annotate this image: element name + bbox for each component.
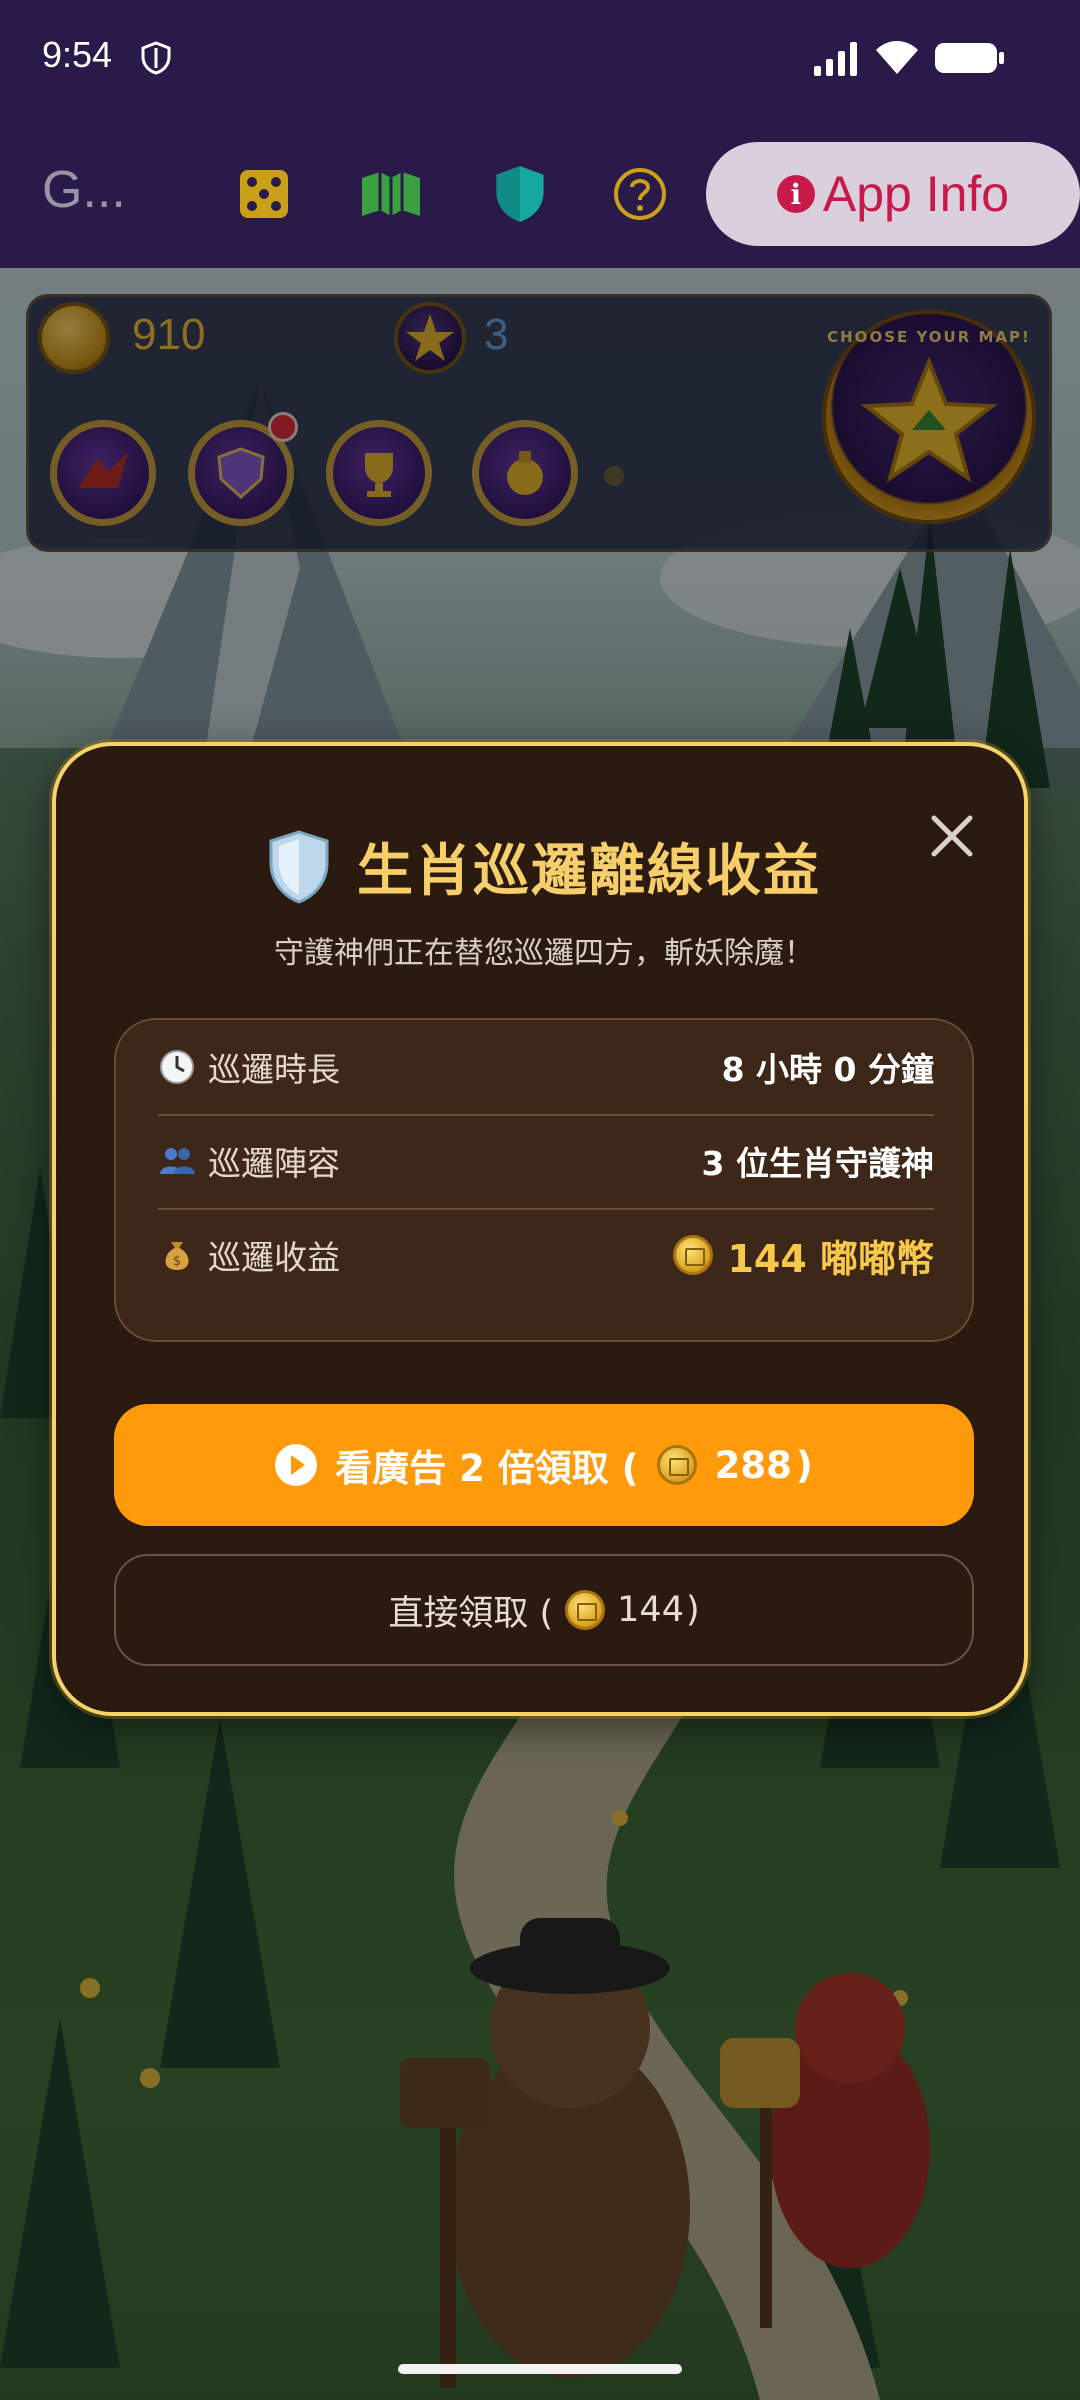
patrol-earnings-amount: 144 嘟嘟幣 — [727, 1236, 934, 1281]
direct-claim-button[interactable]: 直接領取 ( 144) — [114, 1554, 974, 1666]
patrol-earnings-row: $ 巡邏收益 144 嘟嘟幣 — [158, 1208, 934, 1302]
patrol-duration-label: 巡邏時長 — [208, 1050, 340, 1089]
help-icon[interactable] — [612, 166, 668, 222]
home-indicator[interactable] — [398, 2364, 682, 2374]
patrol-team-row: 巡邏陣容 3 位生肖守護神 — [158, 1114, 934, 1210]
play-icon — [275, 1444, 318, 1486]
shield-icon — [269, 829, 329, 904]
watch-ad-label-prefix: 看廣告 2 倍領取 ( — [335, 1447, 639, 1490]
coin-icon — [565, 1590, 606, 1630]
dialog-subtitle: 守護神們正在替您巡邏四方，斬妖除魔！ — [274, 936, 814, 971]
direct-claim-label-suffix: ) — [685, 1590, 700, 1630]
patrol-team-value: 3 位生肖守護神 — [701, 1144, 934, 1183]
people-icon — [160, 1148, 195, 1174]
dialog-title: 生肖巡邏離線收益 — [357, 839, 821, 904]
coin-icon — [656, 1445, 697, 1485]
watch-ad-double-claim-button[interactable]: 看廣告 2 倍領取 ( 288) — [114, 1404, 974, 1526]
dice-icon[interactable] — [236, 166, 292, 222]
game-screen: 910 3 CHOOSE YOUR MAP! 9:54 G... i App I… — [0, 0, 1080, 2400]
patrol-duration-value: 8 小時 0 分鐘 — [721, 1050, 934, 1089]
offline-earnings-dialog: 生肖巡邏離線收益 守護神們正在替您巡邏四方，斬妖除魔！ 巡邏時長 8 小時 0 … — [52, 742, 1028, 1716]
shield-icon[interactable] — [492, 164, 548, 224]
wifi-icon — [876, 41, 918, 74]
status-bar: 9:54 — [0, 0, 1080, 120]
clock-icon — [160, 1050, 194, 1084]
money-bag-icon: $ — [165, 1242, 189, 1270]
info-icon: i — [776, 175, 815, 213]
app-title: G... — [42, 161, 126, 219]
status-time: 9:54 — [42, 34, 113, 75]
dialog-header: 生肖巡邏離線收益 — [56, 826, 1032, 907]
app-info-button[interactable]: i App Info — [706, 142, 1080, 246]
patrol-earnings-value: 144 嘟嘟幣 — [673, 1228, 934, 1283]
direct-claim-amount: 144 — [617, 1590, 684, 1630]
watch-ad-label-suffix: ) — [795, 1443, 813, 1487]
coin-icon — [673, 1235, 714, 1275]
battery-icon — [935, 43, 1004, 73]
watch-ad-amount: 288 — [714, 1443, 792, 1487]
patrol-earnings-label: 巡邏收益 — [208, 1238, 340, 1277]
app-toolbar: G... i App Info — [0, 120, 1080, 268]
app-info-label: App Info — [822, 166, 1010, 222]
patrol-team-label: 巡邏陣容 — [208, 1144, 340, 1183]
book-map-icon[interactable] — [360, 166, 422, 222]
signal-icon — [814, 42, 857, 76]
earnings-summary-box: 巡邏時長 8 小時 0 分鐘 巡邏陣容 3 位生肖守護神 $ 巡邏收益 144 … — [114, 1018, 974, 1342]
patrol-duration-row: 巡邏時長 8 小時 0 分鐘 — [158, 1020, 934, 1116]
shield-status-icon — [141, 41, 171, 75]
direct-claim-label-prefix: 直接領取 ( — [388, 1593, 554, 1634]
svg-text:$: $ — [173, 1254, 181, 1269]
